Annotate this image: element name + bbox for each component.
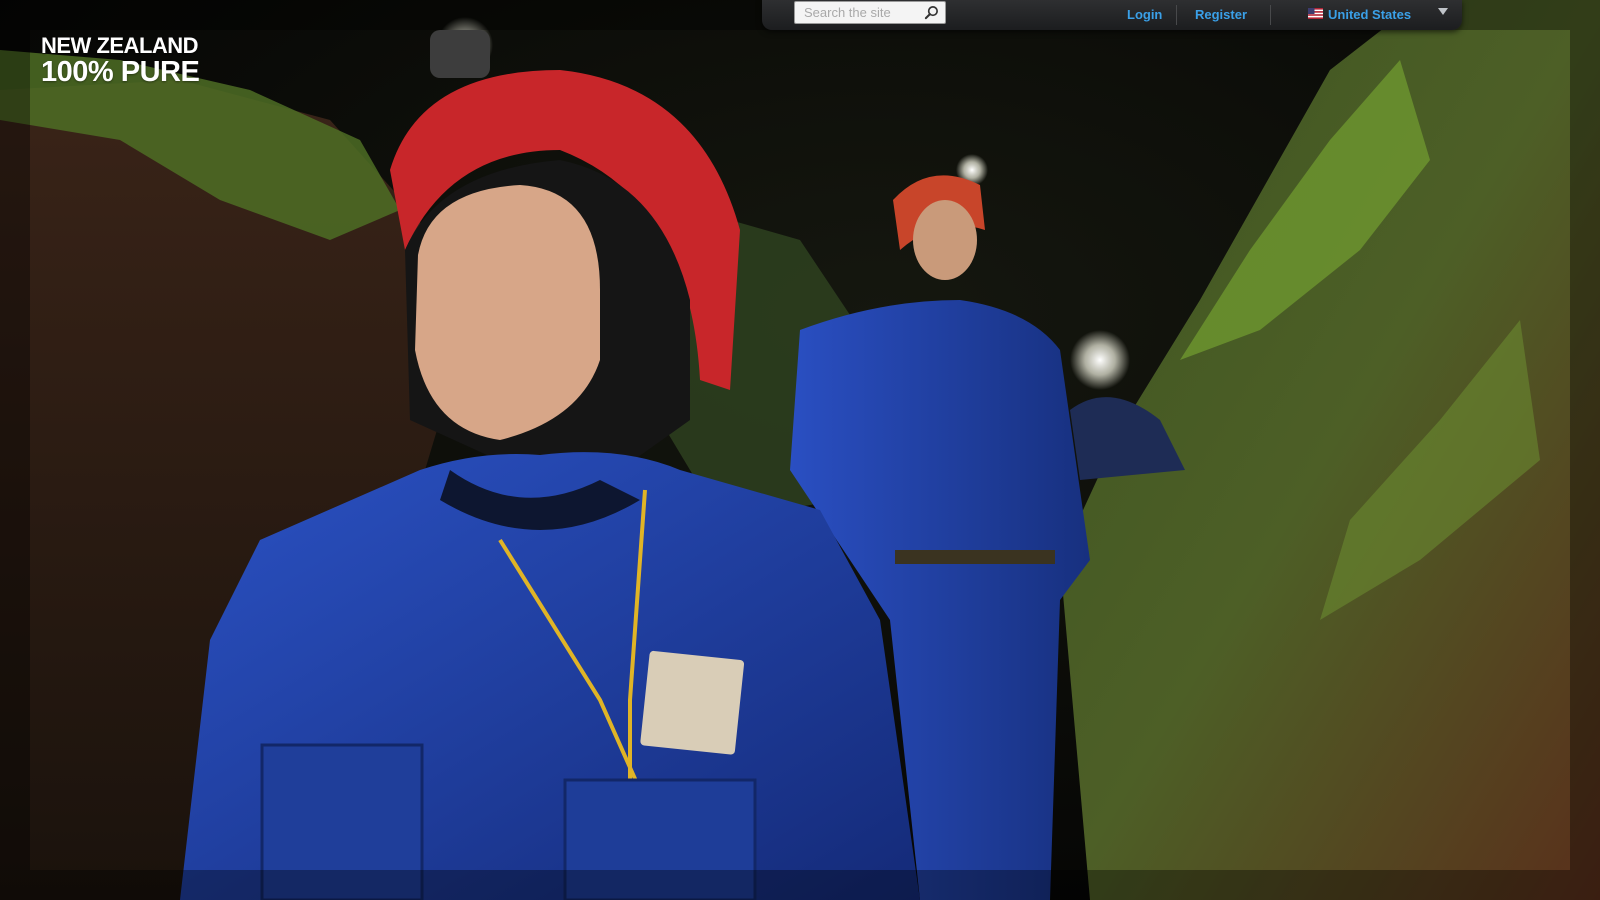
divider bbox=[1176, 5, 1177, 25]
country-selector[interactable]: United States bbox=[1328, 7, 1411, 22]
register-link[interactable]: Register bbox=[1195, 7, 1247, 22]
site-logo[interactable]: NEW ZEALAND 100% PURE bbox=[41, 33, 200, 88]
logo-line-2: 100% PURE bbox=[41, 56, 200, 88]
search-input[interactable] bbox=[795, 2, 924, 23]
us-flag-icon bbox=[1308, 8, 1323, 19]
login-link[interactable]: Login bbox=[1127, 7, 1162, 22]
chevron-down-icon[interactable] bbox=[1438, 8, 1448, 16]
hero-photo bbox=[0, 0, 1600, 900]
search-icon[interactable] bbox=[924, 5, 939, 20]
search-box bbox=[794, 1, 946, 24]
logo-line-1: NEW ZEALAND bbox=[41, 33, 199, 58]
divider bbox=[1270, 5, 1271, 25]
top-utility-bar: Login Register United States bbox=[762, 0, 1462, 30]
